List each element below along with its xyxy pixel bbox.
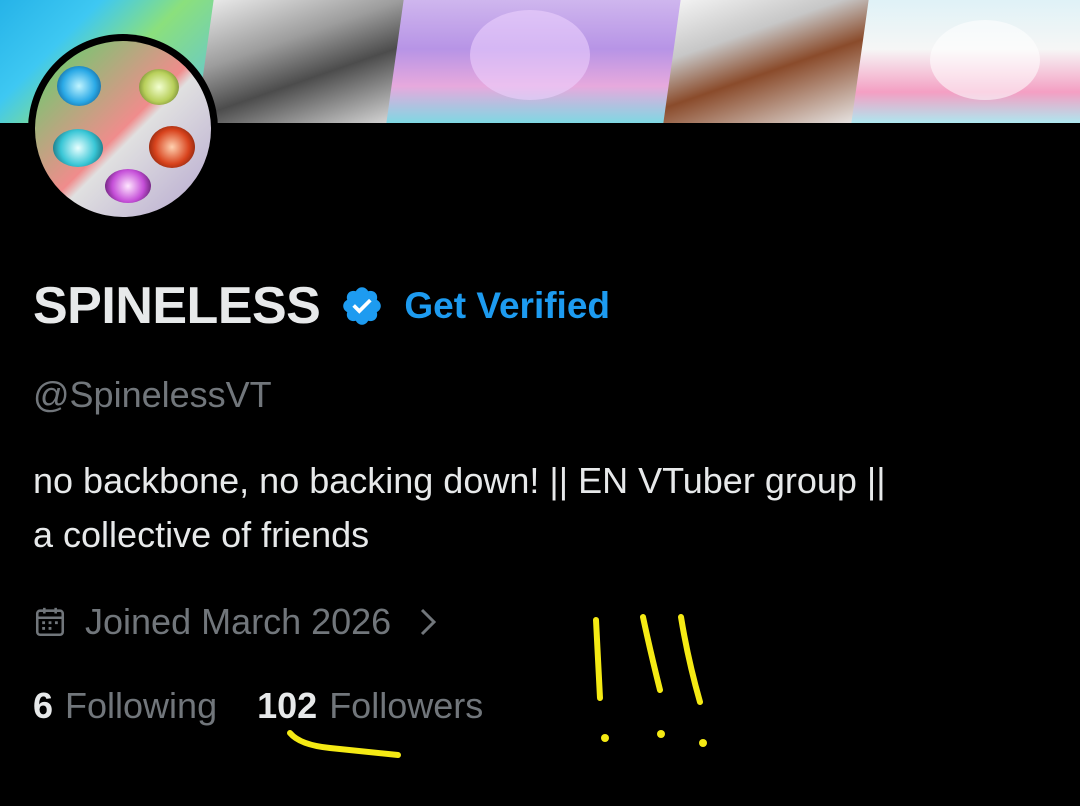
profile-avatar[interactable]	[28, 34, 218, 224]
followers-count: 102	[257, 685, 318, 726]
profile-name-row: SPINELESS Get Verified	[33, 276, 610, 336]
profile-bio: no backbone, no backing down! || EN VTub…	[33, 454, 1053, 562]
underline-mark	[287, 730, 401, 758]
profile-stats: 6 Following 102 Followers	[33, 680, 483, 732]
joined-row[interactable]: Joined March 2026	[33, 596, 437, 648]
bio-line: no backbone, no backing down! || EN VTub…	[33, 460, 886, 501]
exclamation-dot	[657, 730, 665, 738]
joined-date: Joined March 2026	[85, 601, 392, 642]
avatar-eye	[139, 69, 179, 105]
profile-handle: @SpinelessVT	[33, 374, 272, 415]
followers-stat[interactable]: 102 Followers	[257, 685, 483, 727]
exclamation-stroke	[678, 614, 703, 705]
calendar-icon	[35, 607, 65, 637]
bio-line: a collective of friends	[33, 514, 370, 555]
exclamation-stroke	[640, 614, 663, 693]
followers-label: Followers	[329, 685, 484, 726]
avatar-eye	[53, 129, 103, 167]
get-verified-link[interactable]: Get Verified	[404, 285, 610, 327]
exclamation-dot	[601, 734, 609, 742]
banner-decoration	[470, 10, 590, 100]
avatar-image	[35, 41, 211, 217]
banner-panel-2	[196, 0, 414, 123]
banner-panel-4	[663, 0, 881, 123]
chevron-right-icon[interactable]	[419, 607, 437, 637]
verified-badge-icon[interactable]	[340, 284, 384, 328]
exclamation-dot	[699, 739, 707, 747]
avatar-eye	[105, 169, 151, 203]
avatar-eye	[149, 126, 195, 168]
exclamation-stroke	[593, 617, 603, 701]
banner-decoration	[930, 20, 1040, 100]
following-label: Following	[65, 685, 218, 726]
display-name: SPINELESS	[33, 277, 321, 335]
following-stat[interactable]: 6 Following	[33, 685, 217, 727]
avatar-eye	[57, 66, 101, 106]
following-count: 6	[33, 685, 54, 726]
